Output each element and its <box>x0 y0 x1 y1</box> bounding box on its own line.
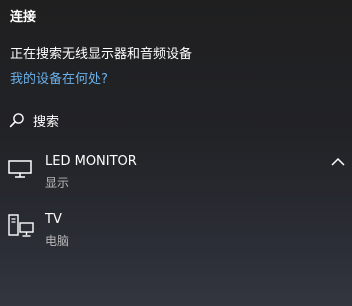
panel-title: 连接 <box>10 10 37 25</box>
device-item-led-monitor[interactable]: LED MONITOR 显示 <box>0 154 352 200</box>
search-button[interactable]: 搜索 <box>9 109 59 131</box>
monitor-icon <box>8 160 32 178</box>
device-type: 显示 <box>45 176 70 190</box>
search-icon <box>9 112 25 128</box>
where-is-my-device-link[interactable]: 我的设备在何处? <box>10 68 108 87</box>
computer-icon <box>8 214 34 238</box>
device-name: LED MONITOR <box>45 154 137 169</box>
searching-status-text: 正在搜索无线显示器和音频设备 <box>10 47 193 62</box>
device-item-tv[interactable]: TV 电脑 <box>0 212 352 258</box>
search-label: 搜索 <box>33 114 60 130</box>
chevron-up-icon[interactable] <box>330 156 346 168</box>
connect-panel: 连接 正在搜索无线显示器和音频设备 我的设备在何处? 搜索 LED MONITO… <box>0 0 352 306</box>
device-type: 电脑 <box>45 234 70 248</box>
device-name: TV <box>45 212 62 227</box>
